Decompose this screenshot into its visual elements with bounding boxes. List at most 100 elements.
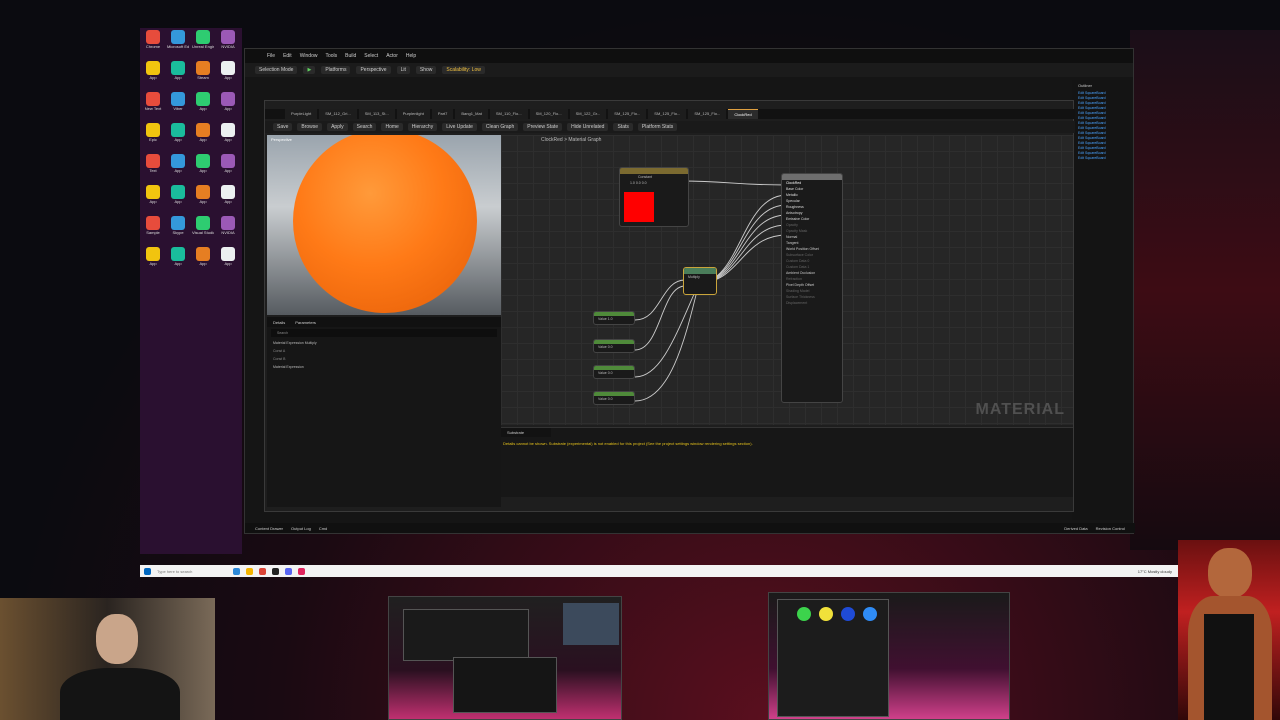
menu-tools[interactable]: Tools	[325, 53, 337, 59]
value-field[interactable]: 0.0	[608, 345, 613, 349]
menu-window[interactable]: Window	[300, 53, 318, 59]
desktop-icon[interactable]: App	[217, 247, 239, 271]
play-button[interactable]: ▶	[303, 66, 316, 74]
constant-value-b[interactable]: 0.0	[642, 181, 647, 185]
selection-mode-button[interactable]: Selection Mode	[255, 66, 298, 74]
value-node[interactable]: Value 1.0	[593, 311, 635, 325]
value-field[interactable]: 0.0	[608, 371, 613, 375]
desktop-icon[interactable]: App	[192, 123, 214, 147]
file-explorer-icon[interactable]	[246, 567, 253, 575]
desktop-icon[interactable]: Chrome	[142, 30, 164, 54]
cmd-input[interactable]: Cmd	[319, 526, 327, 531]
windows-start-icon[interactable]	[144, 567, 151, 575]
desktop-icon[interactable]: App	[192, 247, 214, 271]
details-tab[interactable]: Details	[273, 320, 285, 325]
constant-node[interactable]: Constant 1.0 0.0 0.0	[619, 167, 689, 227]
value-field[interactable]: 1.0	[608, 317, 613, 321]
preview-viewport[interactable]: Perspective	[267, 135, 501, 315]
menu-actor[interactable]: Actor	[386, 53, 398, 59]
desktop-icon[interactable]: App	[217, 123, 239, 147]
discord-icon[interactable]	[285, 567, 292, 575]
menu-edit[interactable]: Edit	[283, 53, 292, 59]
menu-build[interactable]: Build	[345, 53, 356, 59]
constant-value-r[interactable]: 1.0	[630, 181, 635, 185]
parameters-tab[interactable]: Parameters	[295, 320, 316, 325]
desktop-icon[interactable]: Unreal Engine	[192, 30, 214, 54]
material-tab[interactable]: Bang1_Mat	[455, 109, 488, 119]
lit-button[interactable]: Lit	[396, 66, 410, 74]
material-tab[interactable]: SM_113_St...	[358, 109, 395, 119]
material-tab[interactable]: SM_125_Flo...	[648, 109, 687, 119]
taskbar-search-input[interactable]: Type here to search	[157, 569, 227, 574]
material-toolbar-button[interactable]: Stats	[613, 123, 633, 131]
material-tab[interactable]: SM_112_Gri...	[319, 109, 357, 119]
perspective-button[interactable]: Perspective	[356, 66, 391, 74]
chrome-icon[interactable]	[259, 567, 266, 575]
desktop-icon[interactable]: Viber	[167, 92, 189, 116]
desktop-icon[interactable]: Text	[142, 154, 164, 178]
value-field[interactable]: 0.0	[608, 397, 613, 401]
material-tab[interactable]: SM_122_Gr...	[569, 109, 607, 119]
desktop-icon[interactable]: New Text	[142, 92, 164, 116]
material-tab[interactable]: PurpleLight	[285, 109, 318, 119]
material-toolbar-button[interactable]: Live Update	[442, 123, 477, 131]
desktop-icon[interactable]: App	[142, 61, 164, 85]
menu-select[interactable]: Select	[364, 53, 378, 59]
system-tray[interactable]: 17°C Mostly cloudy	[1138, 569, 1178, 574]
scalability-button[interactable]: Scalability: Low	[442, 66, 485, 74]
desktop-icon[interactable]: NVIDIA	[217, 30, 239, 54]
desktop-icon[interactable]: Microsoft Edge	[167, 30, 189, 54]
desktop-icon[interactable]: App	[167, 123, 189, 147]
desktop-icon[interactable]: App	[192, 154, 214, 178]
unreal-icon[interactable]	[272, 567, 279, 575]
viewport-perspective-label[interactable]: Perspective	[271, 137, 292, 142]
desktop-icon[interactable]: App	[167, 154, 189, 178]
multiply-node[interactable]: Multiply	[683, 267, 717, 295]
material-toolbar-button[interactable]: Apply	[327, 123, 348, 131]
substrate-tab[interactable]: Substrate	[501, 428, 551, 437]
material-toolbar-button[interactable]: Preview State	[523, 123, 563, 131]
value-node[interactable]: Value 0.0	[593, 365, 635, 379]
desktop-icon[interactable]: Skype	[167, 216, 189, 240]
desktop-icon[interactable]: App	[217, 61, 239, 85]
desktop-icon[interactable]: App	[167, 61, 189, 85]
derived-data-button[interactable]: Derived Data	[1064, 526, 1087, 531]
material-tab[interactable]: SM_120_Flo...	[529, 109, 568, 119]
desktop-icon[interactable]: App	[142, 247, 164, 271]
material-toolbar-button[interactable]: Clean Graph	[481, 123, 519, 131]
material-graph-canvas[interactable]: ClockRed > Material Graph Constant 1.0 0…	[501, 135, 1073, 425]
platforms-button[interactable]: Platforms	[321, 66, 351, 74]
material-result-node[interactable]: ClockRed Base Color Metallic Specular Rough…	[781, 173, 843, 403]
revision-control-button[interactable]: Revision Control	[1096, 526, 1135, 531]
details-search-input[interactable]: Search	[271, 329, 497, 337]
material-toolbar-button[interactable]: Hierarchy	[407, 123, 438, 131]
outliner-item[interactable]: Edit SquareBoard	[1072, 156, 1132, 161]
desktop-icon[interactable]: App	[142, 185, 164, 209]
material-tab[interactable]: Purplenlight	[396, 109, 430, 119]
material-tab[interactable]: ClockRed	[728, 109, 758, 119]
content-drawer-button[interactable]: Content Drawer	[255, 526, 283, 531]
desktop-icon[interactable]: App	[217, 92, 239, 116]
material-toolbar-button[interactable]: Save	[273, 123, 293, 131]
material-toolbar-button[interactable]: Search	[352, 123, 377, 131]
material-toolbar-button[interactable]: Platform Stats	[637, 123, 678, 131]
menu-file[interactable]: File	[267, 53, 275, 59]
material-toolbar-button[interactable]: Home	[381, 123, 403, 131]
material-tab[interactable]: SM_125_Flo...	[688, 109, 727, 119]
desktop-icon[interactable]: NVIDIA	[217, 216, 239, 240]
value-node[interactable]: Value 0.0	[593, 391, 635, 405]
material-tab[interactable]: SM_125_Flo...	[608, 109, 647, 119]
desktop-icon[interactable]: Steam	[192, 61, 214, 85]
edge-icon[interactable]	[233, 567, 240, 575]
menu-help[interactable]: Help	[406, 53, 416, 59]
material-tab[interactable]: Part7	[431, 109, 454, 119]
desktop-icon[interactable]: Visual Studio	[192, 216, 214, 240]
output-log-button[interactable]: Output Log	[291, 526, 311, 531]
result-pin[interactable]: Displacement	[782, 300, 842, 306]
material-toolbar-button[interactable]: Hide Unrelated	[567, 123, 609, 131]
show-button[interactable]: Show	[415, 66, 437, 74]
constant-value-g[interactable]: 0.0	[636, 181, 641, 185]
desktop-icon[interactable]: Epic	[142, 123, 164, 147]
material-tab[interactable]: SM_110_Flo...	[489, 109, 528, 119]
desktop-icon[interactable]: Sample	[142, 216, 164, 240]
